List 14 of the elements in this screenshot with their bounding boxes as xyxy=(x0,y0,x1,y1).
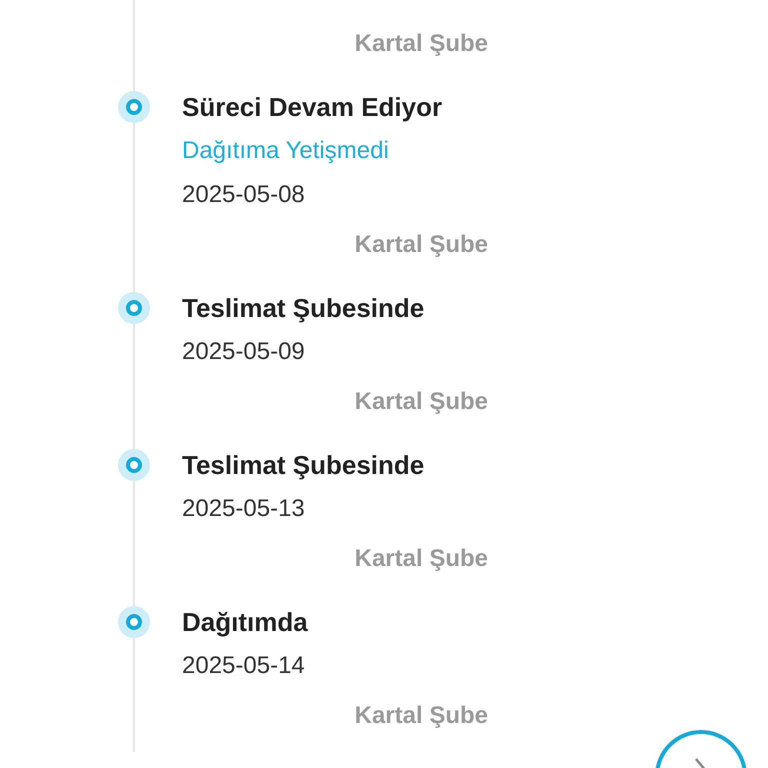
event-branch: Kartal Şube xyxy=(354,701,488,731)
event-title: Teslimat Şubesinde xyxy=(182,292,426,325)
event-date: 2025-05-08 xyxy=(182,180,306,210)
event-branch: Kartal Şube xyxy=(354,544,488,574)
event-branch: Kartal Şube xyxy=(354,387,488,417)
event-date: 2025-05-14 xyxy=(182,651,306,681)
event-date: 2025-05-13 xyxy=(182,494,306,524)
event-date: 2025-05-09 xyxy=(182,337,306,367)
event-branch: Kartal Şube xyxy=(354,230,488,260)
event-branch: Kartal Şube xyxy=(354,29,488,59)
event-title: Süreci Devam Ediyor xyxy=(182,91,444,124)
event-title: Teslimat Şubesinde xyxy=(182,449,426,482)
event-title: Dağıtımda xyxy=(182,606,309,639)
event-subtitle: Dağıtıma Yetişmedi xyxy=(182,136,390,166)
